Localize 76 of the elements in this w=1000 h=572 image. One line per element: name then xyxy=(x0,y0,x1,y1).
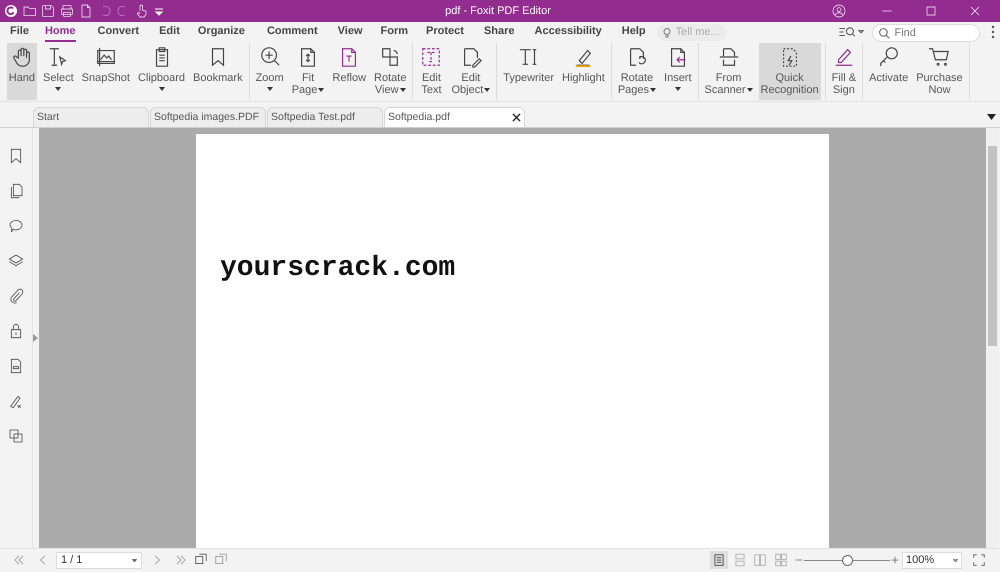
ribbon-button[interactable]: Edit Text xyxy=(417,43,446,100)
document-tab[interactable]: Softpedia images.PDF xyxy=(150,107,266,127)
scanner-icon xyxy=(718,46,740,68)
ribbon-button[interactable]: Quick Recognition xyxy=(758,43,821,100)
menu-tab[interactable]: Edit xyxy=(159,24,180,42)
next-view-icon[interactable] xyxy=(214,553,228,567)
menu-tab[interactable]: Accessibility xyxy=(534,24,602,42)
account-icon[interactable] xyxy=(831,3,848,19)
document-tab[interactable]: Softpedia Test.pdf xyxy=(267,107,383,127)
page-number-field[interactable]: 1 / 1 xyxy=(56,552,142,568)
copy-icon[interactable] xyxy=(8,428,24,444)
search-icon xyxy=(878,26,890,40)
print-icon[interactable] xyxy=(59,3,75,19)
edit-text-icon xyxy=(420,46,442,68)
ribbon-button[interactable]: From Scanner xyxy=(702,43,755,100)
document-tab[interactable]: Start xyxy=(33,107,149,127)
tab-list-icon[interactable] xyxy=(987,114,996,120)
text-cursor-icon xyxy=(47,46,70,68)
menu-tab[interactable]: Protect xyxy=(426,24,464,42)
snapshot-icon xyxy=(94,46,117,68)
previous-view-icon[interactable] xyxy=(194,553,208,567)
menu-tab[interactable]: View xyxy=(338,24,363,42)
menu-tab[interactable]: File xyxy=(10,24,29,42)
menu-tab[interactable]: Help xyxy=(622,24,646,42)
zoom-icon xyxy=(258,46,281,68)
ribbon-button[interactable]: Highlight xyxy=(560,43,607,100)
lock-icon[interactable] xyxy=(8,323,24,339)
ribbon-button[interactable]: Rotate Pages xyxy=(616,43,658,100)
single-page-icon[interactable] xyxy=(710,551,728,569)
menu-tab[interactable]: Home xyxy=(44,24,76,42)
menu-tab[interactable]: Form xyxy=(380,24,408,42)
window-title: pdf - Foxit PDF Editor xyxy=(445,4,551,17)
find-field[interactable]: Find xyxy=(872,24,980,42)
hand-icon xyxy=(10,46,33,68)
ribbon-button[interactable]: Fill & Sign xyxy=(830,43,858,100)
zoom-field[interactable]: 100% xyxy=(902,552,962,568)
ribbon-button[interactable]: Zoom xyxy=(254,43,286,100)
ribbon-button[interactable]: Rotate View xyxy=(372,43,408,100)
search-view-icon[interactable] xyxy=(838,25,866,40)
menu-tab[interactable]: Convert xyxy=(98,24,140,42)
menu-tab[interactable]: Organize xyxy=(198,24,245,42)
ribbon-button[interactable]: Edit Object xyxy=(449,43,492,100)
ribbon-button[interactable]: Typewriter xyxy=(501,43,556,100)
ribbon-button[interactable]: Select xyxy=(41,43,76,100)
ribbon-button[interactable]: Reflow xyxy=(330,43,368,100)
app-logo-icon[interactable] xyxy=(2,3,19,19)
menu-tab[interactable]: Share xyxy=(484,24,515,42)
lightbulb-icon xyxy=(660,26,673,38)
ribbon-button[interactable]: Insert xyxy=(662,43,694,100)
menu-tab[interactable]: Comment xyxy=(266,24,318,42)
document-tab[interactable]: Softpedia.pdf xyxy=(384,107,525,127)
layers-icon[interactable] xyxy=(8,253,24,269)
ribbon-button[interactable]: Bookmark xyxy=(191,43,245,100)
first-page-icon[interactable] xyxy=(12,553,26,567)
ribbon-button[interactable]: Hand xyxy=(6,43,38,100)
document-text: yourscrack.com xyxy=(220,252,456,286)
ribbon-button[interactable]: Purchase Now xyxy=(914,43,965,100)
fullscreen-icon[interactable] xyxy=(972,553,986,567)
more-options-icon[interactable] xyxy=(990,25,994,40)
signature-icon[interactable] xyxy=(8,393,24,409)
dropdown-arrow-icon[interactable] xyxy=(132,558,137,562)
save-icon[interactable] xyxy=(40,3,56,19)
paperclip-icon[interactable] xyxy=(8,288,24,304)
last-page-icon[interactable] xyxy=(174,553,188,567)
ribbon-button[interactable]: Clipboard xyxy=(136,43,188,100)
ribbon-button[interactable]: Activate xyxy=(867,43,910,100)
ribbon-button[interactable]: Fit Page xyxy=(290,43,326,100)
bookmark-icon[interactable] xyxy=(8,148,24,164)
ribbon-button[interactable]: SnapShot xyxy=(80,43,132,100)
key-icon xyxy=(878,46,900,68)
pages-icon[interactable] xyxy=(8,183,24,199)
slider-thumb[interactable] xyxy=(842,554,853,566)
comment-icon[interactable] xyxy=(8,218,24,234)
cart-icon xyxy=(928,46,950,68)
close-tab-icon[interactable] xyxy=(512,113,521,122)
document-icon[interactable] xyxy=(8,358,24,374)
